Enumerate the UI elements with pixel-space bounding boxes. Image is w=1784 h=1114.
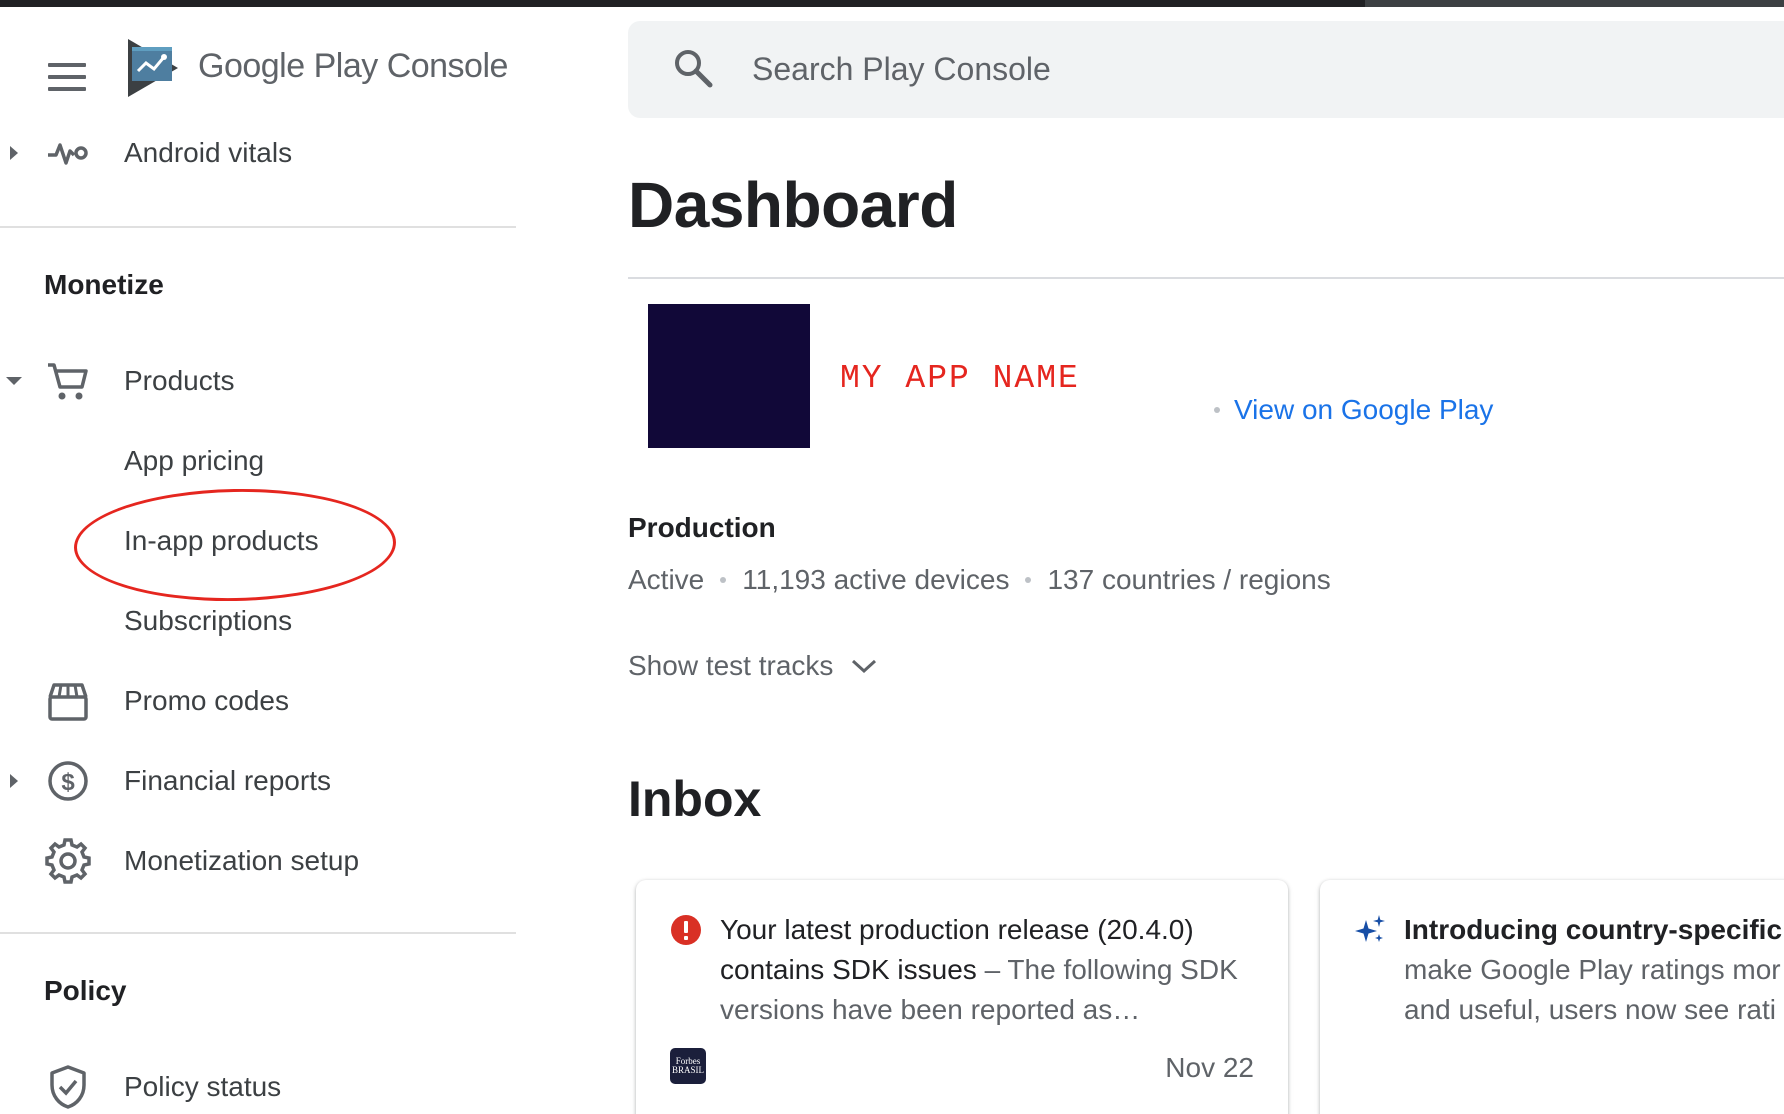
sidebar-divider: [0, 226, 516, 228]
app-icon: [648, 304, 810, 448]
sidebar-item-label: Android vitals: [124, 137, 293, 168]
error-icon: [671, 915, 701, 945]
cart-icon: [48, 363, 88, 400]
sidebar-item-label: Promo codes: [124, 685, 289, 716]
separator-dot: [1214, 407, 1220, 413]
inbox-card[interactable]: Your latest production release (20.4.0) …: [636, 880, 1288, 1114]
sidebar-item-policy-status[interactable]: Policy status: [0, 1057, 516, 1114]
inbox-card-text: Introducing country-specific r make Goog…: [1404, 910, 1784, 1030]
svg-text:$: $: [61, 769, 75, 796]
brand-title[interactable]: Google Play Console: [198, 47, 508, 86]
separator-dot: [720, 577, 727, 583]
search-input[interactable]: [752, 41, 1652, 97]
separator-dot: [1025, 577, 1032, 583]
sidebar-item-label: In-app products: [124, 525, 319, 556]
sidebar-item-label: Policy status: [124, 1071, 282, 1102]
caret-down-icon[interactable]: [6, 373, 22, 389]
inbox-card-date: Nov 22: [1165, 1052, 1254, 1083]
search-bar[interactable]: [628, 21, 1784, 118]
caret-right-icon[interactable]: [6, 145, 22, 161]
production-stats: Active 11,193 active devices 137 countri…: [628, 564, 1331, 596]
app-name: MY APP NAME: [840, 360, 1080, 397]
sidebar-item-label: Subscriptions: [124, 605, 293, 636]
view-on-google-play-link[interactable]: View on Google Play: [1234, 394, 1493, 426]
section-title-policy: Policy: [44, 975, 127, 1006]
inbox-title: Inbox: [628, 771, 762, 827]
sidebar-item-financial-reports[interactable]: $ Financial reports: [0, 751, 516, 811]
countries-regions: 137 countries / regions: [1047, 564, 1331, 595]
sidebar-divider: [0, 932, 516, 934]
inbox-card[interactable]: Introducing country-specific r make Goog…: [1320, 880, 1784, 1114]
sidebar-item-label: Monetization setup: [124, 845, 360, 876]
inbox-card-line: make Google Play ratings mor: [1404, 954, 1781, 985]
show-test-tracks-toggle[interactable]: Show test tracks: [628, 650, 877, 682]
sidebar-item-android-vitals[interactable]: Android vitals: [0, 123, 516, 183]
page-title: Dashboard: [628, 169, 958, 241]
play-console-logo: [128, 39, 178, 97]
shield-icon: [50, 1065, 86, 1109]
dollar-icon: $: [48, 761, 88, 801]
search-icon[interactable]: [672, 47, 714, 89]
sidebar-item-label: Financial reports: [124, 765, 331, 796]
title-divider: [628, 277, 1784, 279]
sidebar-item-subscriptions[interactable]: Subscriptions: [0, 591, 516, 651]
caret-right-icon[interactable]: [6, 773, 22, 789]
view-on-play-wrap: View on Google Play: [1214, 394, 1493, 426]
sidebar-item-app-pricing[interactable]: App pricing: [0, 431, 516, 491]
menu-icon[interactable]: [48, 63, 86, 91]
inbox-card-line: and useful, users now see rati: [1404, 994, 1776, 1025]
window-top-bar: [0, 0, 1784, 7]
chevron-down-icon: [852, 659, 877, 674]
production-title: Production: [628, 512, 776, 543]
sparkle-icon: [1355, 915, 1385, 942]
production-status: Active: [628, 564, 705, 595]
gear-icon: [45, 838, 91, 884]
inbox-card-headline: Introducing country-specific r: [1404, 914, 1784, 945]
show-test-tracks-label: Show test tracks: [628, 650, 834, 681]
sidebar-item-products[interactable]: Products: [0, 351, 516, 411]
sidebar-item-promo-codes[interactable]: Promo codes: [0, 671, 516, 731]
sidebar: Google Play Console Android vitals Monet…: [0, 7, 516, 1114]
sidebar-item-label: Products: [124, 365, 235, 396]
inbox-card-text: Your latest production release (20.4.0) …: [720, 910, 1280, 1030]
sidebar-item-label: App pricing: [124, 445, 265, 476]
forbes-badge: Forbes BRASIL: [670, 1048, 706, 1084]
section-title-monetize: Monetize: [44, 269, 164, 300]
promo-icon: [48, 683, 88, 721]
active-devices: 11,193 active devices: [742, 564, 1010, 595]
sidebar-item-monetization-setup[interactable]: Monetization setup: [0, 831, 516, 891]
sidebar-item-in-app-products[interactable]: In-app products: [0, 511, 516, 571]
vitals-icon: [48, 143, 88, 165]
